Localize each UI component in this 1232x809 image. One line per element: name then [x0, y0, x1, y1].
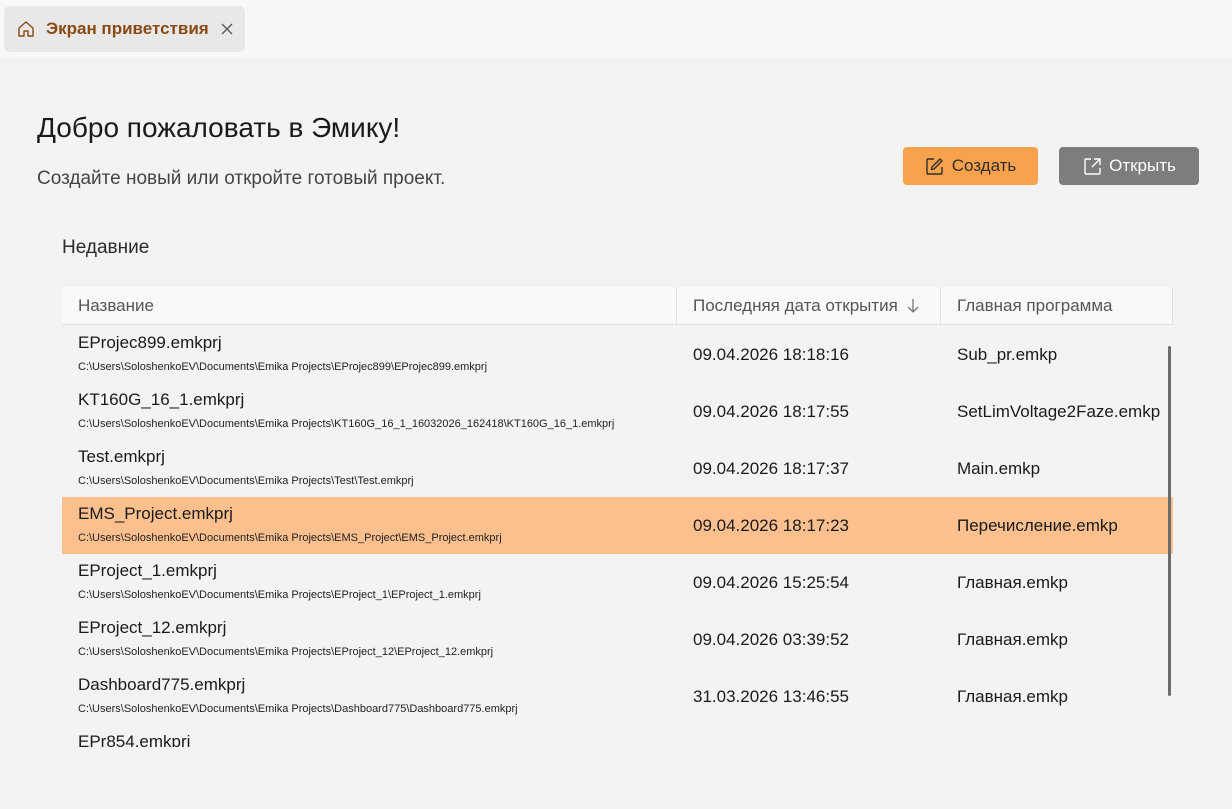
main-program: Главная.emkp — [957, 573, 1068, 592]
table-row[interactable]: EProjec899.emkprj C:\Users\SoloshenkoEV\… — [62, 326, 1173, 383]
table-row[interactable]: EProject_1.emkprj C:\Users\SoloshenkoEV\… — [62, 554, 1173, 611]
last-opened-date: 09.04.2026 03:39:52 — [693, 630, 849, 649]
main-program: SetLimVoltage2Faze.emkp — [957, 402, 1161, 421]
tab-welcome[interactable]: Экран приветствия — [4, 6, 245, 52]
last-opened-date: 09.04.2026 18:18:16 — [693, 345, 849, 364]
project-path: C:\Users\SoloshenkoEV\Documents\Emika Pr… — [78, 418, 615, 430]
project-name: EProject_1.emkprj — [78, 561, 217, 580]
table-header: Название Последняя дата открытия Главная… — [62, 287, 1173, 325]
table-scrollbar[interactable] — [1168, 346, 1171, 696]
project-path: C:\Users\SoloshenkoEV\Documents\Emika Pr… — [78, 589, 481, 601]
last-opened-date: 09.04.2026 18:17:23 — [693, 516, 849, 535]
column-header-date-label: Последняя дата открытия — [693, 296, 898, 315]
column-header-name[interactable]: Название — [62, 287, 677, 325]
home-icon — [16, 19, 36, 39]
open-button-label: Открыть — [1109, 156, 1176, 175]
tab-bar: Экран приветствия — [0, 0, 1232, 57]
project-name: EPr854.emkprj — [78, 732, 191, 747]
column-header-date[interactable]: Последняя дата открытия — [677, 287, 941, 325]
recent-projects-table: Название Последняя дата открытия Главная… — [62, 287, 1173, 747]
close-icon[interactable] — [219, 21, 235, 37]
external-link-icon — [1082, 156, 1102, 176]
table-row-selected[interactable]: EMS_Project.emkprj C:\Users\SoloshenkoEV… — [62, 497, 1173, 554]
project-path: C:\Users\SoloshenkoEV\Documents\Emika Pr… — [78, 532, 502, 544]
project-name: Dashboard775.emkprj — [78, 675, 246, 694]
tab-label: Экран приветствия — [46, 19, 209, 38]
edit-icon — [925, 156, 945, 176]
page-title: Добро пожаловать в Эмику! — [37, 112, 401, 143]
table-body: EProjec899.emkprj C:\Users\SoloshenkoEV\… — [62, 326, 1173, 747]
project-name: EProject_12.emkprj — [78, 618, 227, 637]
table-row[interactable]: Test.emkprj C:\Users\SoloshenkoEV\Docume… — [62, 440, 1173, 497]
column-header-name-label: Название — [78, 296, 154, 315]
project-name: KT160G_16_1.emkprj — [78, 390, 245, 409]
last-opened-date: 31.03.2026 13:46:55 — [693, 687, 849, 706]
project-path: C:\Users\SoloshenkoEV\Documents\Emika Pr… — [78, 646, 494, 658]
main-program: Sub_pr.emkp — [957, 345, 1058, 364]
sort-descending-icon — [906, 298, 922, 314]
project-name: Test.emkprj — [78, 447, 165, 466]
project-path: C:\Users\SoloshenkoEV\Documents\Emika Pr… — [78, 475, 414, 487]
open-button[interactable]: Открыть — [1059, 147, 1199, 185]
project-path: C:\Users\SoloshenkoEV\Documents\Emika Pr… — [78, 361, 488, 373]
page-subtitle: Создайте новый или откройте готовый прое… — [37, 168, 446, 189]
table-row[interactable]: Dashboard775.emkprj C:\Users\SoloshenkoE… — [62, 668, 1173, 725]
main-program: Главная.emkp — [957, 630, 1068, 649]
table-row[interactable]: KT160G_16_1.emkprj C:\Users\SoloshenkoEV… — [62, 383, 1173, 440]
last-opened-date: 09.04.2026 15:25:54 — [693, 573, 849, 592]
project-name: EMS_Project.emkprj — [78, 504, 233, 523]
main-program: Главная.emkp — [957, 687, 1068, 706]
project-name: EProjec899.emkprj — [78, 333, 222, 352]
create-button-label: Создать — [951, 156, 1017, 175]
recent-heading: Недавние — [62, 237, 150, 258]
table-row[interactable]: EPr854.emkprj — [62, 725, 1173, 747]
main-program: Main.emkp — [957, 459, 1041, 478]
main-program: Перечисление.emkp — [957, 516, 1118, 535]
column-header-program[interactable]: Главная программа — [941, 287, 1173, 325]
last-opened-date: 09.04.2026 18:17:55 — [693, 402, 849, 421]
table-row[interactable]: EProject_12.emkprj C:\Users\SoloshenkoEV… — [62, 611, 1173, 668]
column-header-program-label: Главная программа — [957, 296, 1113, 315]
create-button[interactable]: Создать — [903, 147, 1038, 185]
last-opened-date: 09.04.2026 18:17:37 — [693, 459, 849, 478]
project-path: C:\Users\SoloshenkoEV\Documents\Emika Pr… — [78, 703, 518, 715]
